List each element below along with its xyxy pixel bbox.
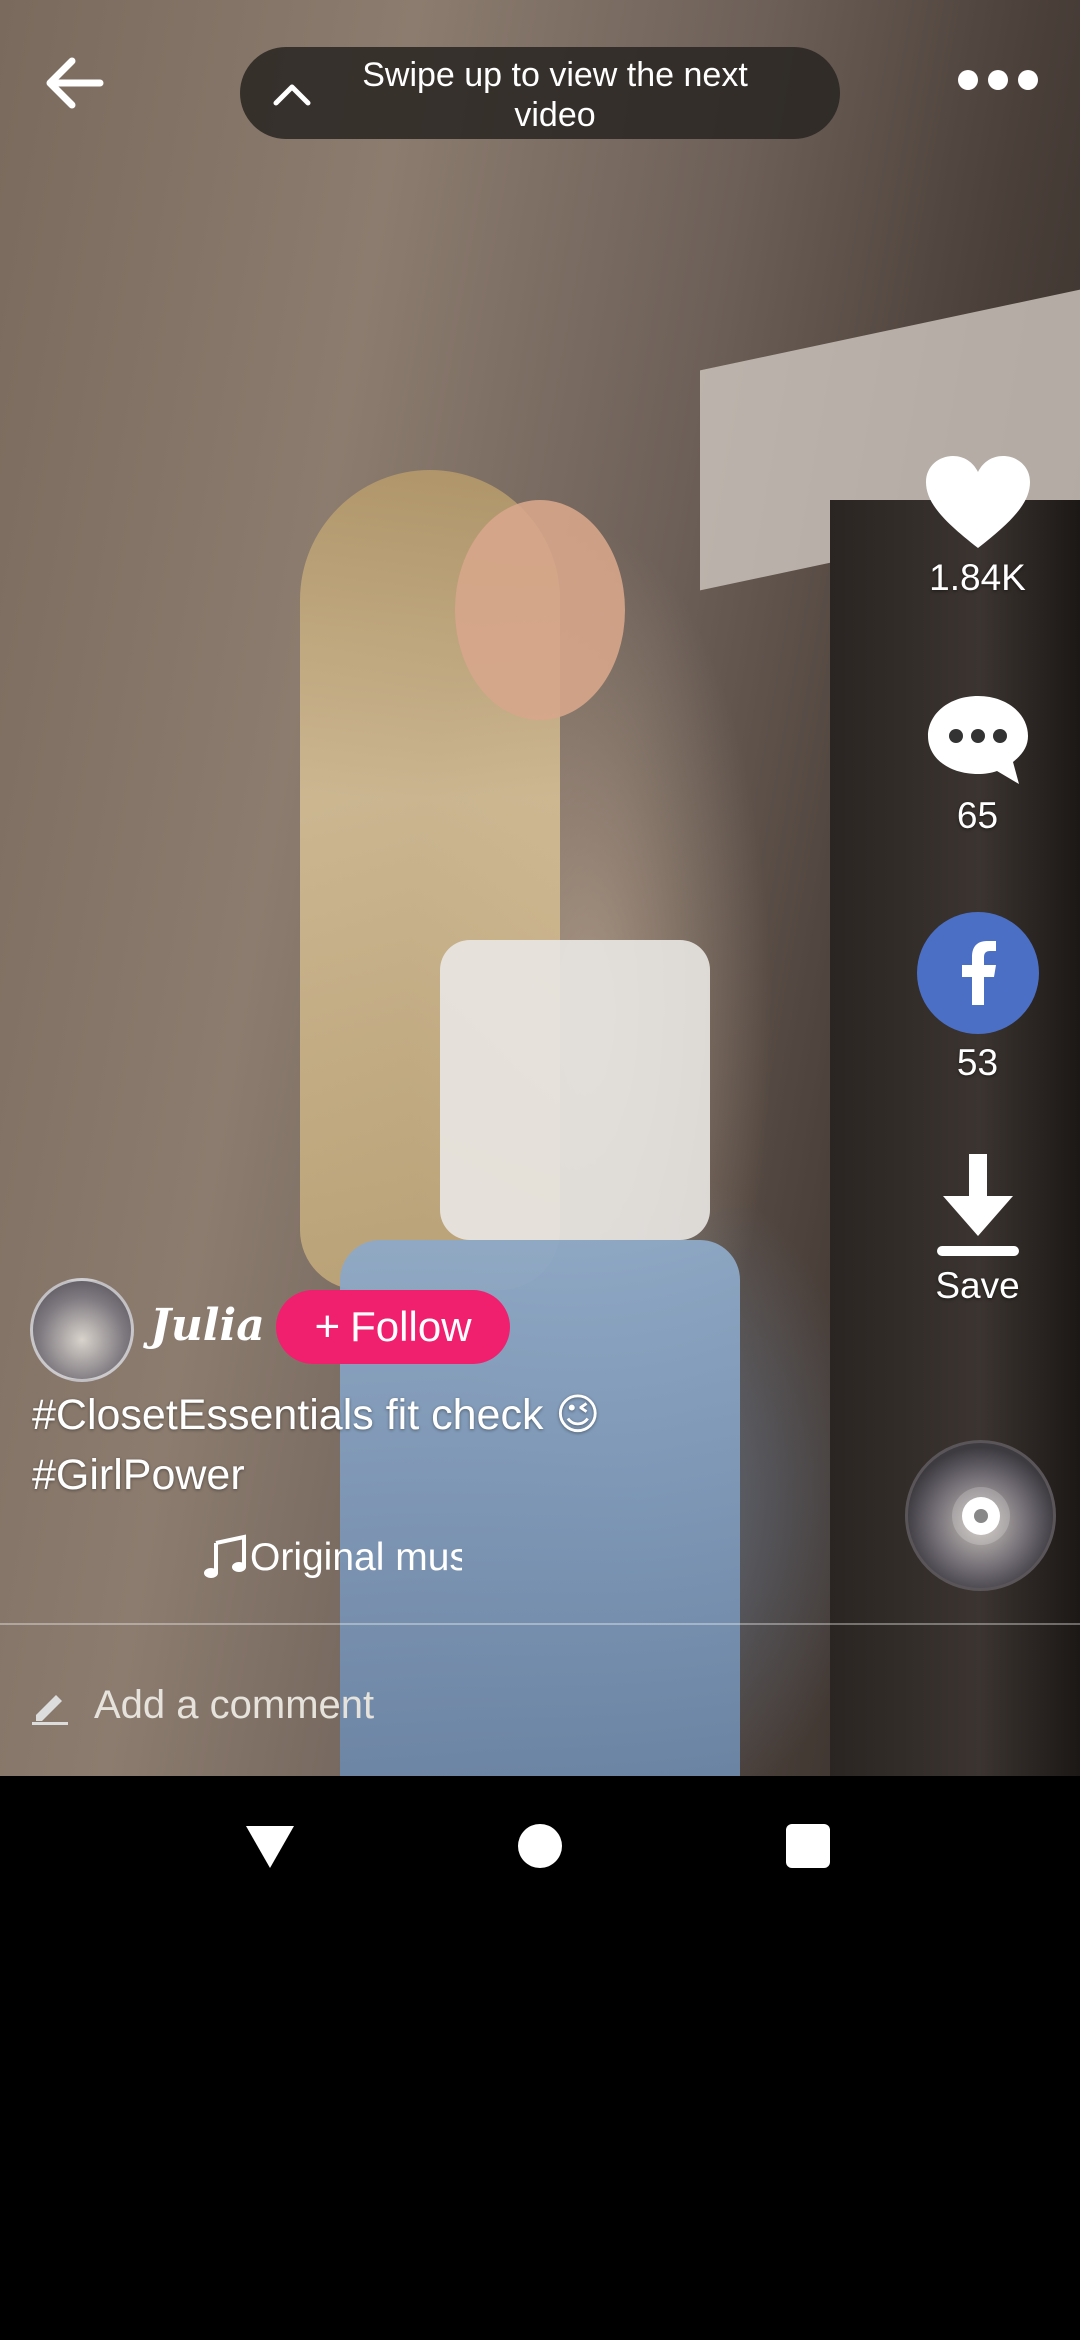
system-nav-bar — [0, 1776, 1080, 1916]
more-icon — [958, 70, 978, 90]
facebook-icon — [916, 912, 1039, 1034]
facebook-share-button[interactable]: 53 — [905, 912, 1050, 1084]
chevron-up-icon — [273, 84, 311, 106]
save-label: Save — [935, 1265, 1020, 1306]
music-title: Original music — [250, 1536, 462, 1579]
comment-count: 65 — [956, 795, 999, 836]
share-count: 53 — [956, 1042, 999, 1083]
follow-label: Follow — [350, 1303, 472, 1350]
author-name[interactable]: Julia — [150, 1300, 265, 1351]
download-icon — [936, 1154, 1019, 1256]
follow-button[interactable]: + Follow — [276, 1290, 510, 1364]
post-caption: #ClosetEssentials fit check 😉 #GirlPower — [32, 1385, 852, 1505]
save-button[interactable]: Save — [905, 1150, 1050, 1307]
caption-line-2: #GirlPower — [32, 1451, 245, 1499]
subject-top — [440, 940, 710, 1240]
music-disc[interactable] — [905, 1440, 1056, 1591]
like-count: 1.84K — [929, 557, 1026, 598]
nav-recents-icon[interactable] — [786, 1824, 830, 1868]
add-comment-placeholder: Add a comment — [94, 1682, 375, 1727]
music-note-icon — [204, 1534, 246, 1578]
nav-home-icon[interactable] — [518, 1824, 562, 1868]
nav-back-icon[interactable] — [244, 1822, 296, 1870]
swipe-hint-pill[interactable]: Swipe up to view the next video — [240, 47, 840, 139]
subject-face — [455, 500, 625, 720]
heart-icon — [925, 456, 1030, 548]
more-options-button[interactable] — [958, 62, 1038, 98]
music-label[interactable]: Original music — [200, 1530, 462, 1586]
back-button[interactable] — [40, 48, 110, 118]
caption-line-1: #ClosetEssentials fit check 😉 — [32, 1391, 601, 1439]
comment-icon — [927, 696, 1028, 784]
author-avatar[interactable] — [30, 1278, 134, 1382]
plus-icon: + — [314, 1302, 341, 1351]
like-button[interactable]: 1.84K — [905, 452, 1050, 599]
back-arrow-icon — [46, 57, 104, 109]
pencil-icon — [32, 1695, 68, 1725]
comment-button[interactable]: 65 — [905, 690, 1050, 837]
add-comment-field[interactable]: Add a comment — [30, 1675, 374, 1735]
swipe-hint-text: Swipe up to view the next video — [362, 56, 748, 134]
divider — [0, 1623, 1080, 1625]
